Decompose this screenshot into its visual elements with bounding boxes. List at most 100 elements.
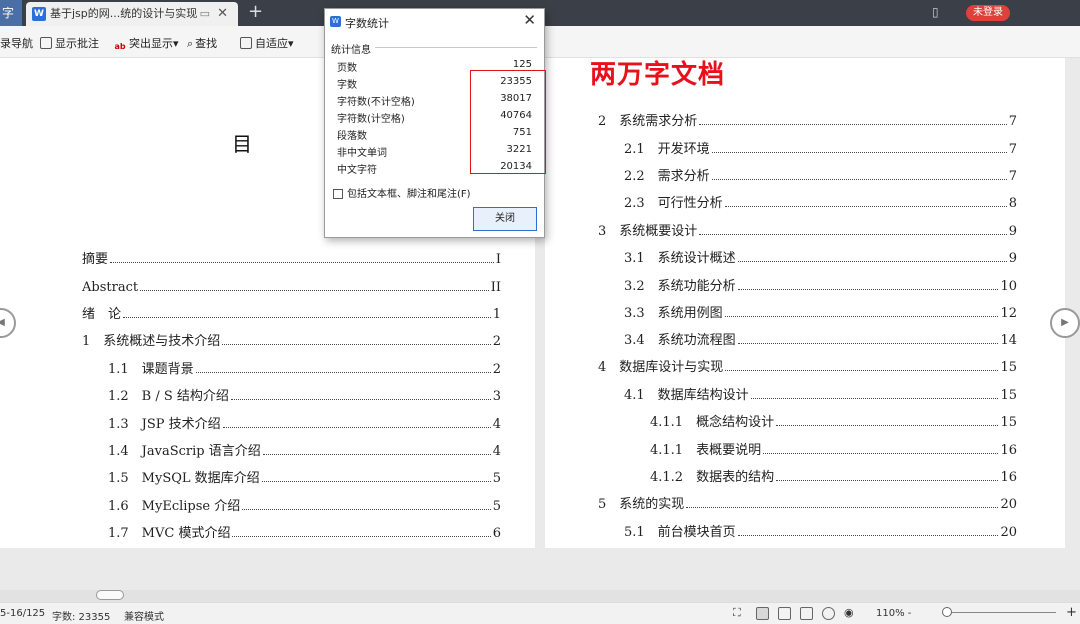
toc-entry[interactable]: 1.2 B / S 结构介绍 3 <box>108 386 501 404</box>
word-count[interactable]: 字数: 23355 <box>52 608 110 623</box>
nav-pane-button[interactable]: 录导航 <box>0 35 33 51</box>
toc-page-number: 1 <box>492 307 501 322</box>
page-info[interactable]: 5-16/125 <box>0 608 45 619</box>
close-button[interactable]: 关闭 <box>473 207 537 231</box>
dialog-app-icon: W <box>330 16 341 27</box>
toc-entry-text: 4.1.1 概念结构设计 <box>650 415 775 430</box>
toc-entry[interactable]: 1 系统概述与技术介绍 2 <box>82 331 501 349</box>
toc-entry-text: 3.2 系统功能分析 <box>624 279 736 294</box>
close-tab-icon[interactable]: ✕ <box>217 2 228 26</box>
toc-entry-text: 5.1 前台模块首页 <box>624 525 736 540</box>
toc-page-number: 16 <box>1000 443 1017 458</box>
toc-entry-text: 3.4 系统功流程图 <box>624 333 736 348</box>
toc-entry[interactable]: 3.1 系统设计概述 9 <box>624 248 1017 266</box>
toc-entry[interactable]: 1.1 课题背景 2 <box>108 359 501 377</box>
toc-entry[interactable]: 2.2 需求分析 7 <box>624 166 1017 184</box>
toc-page-number: 9 <box>1008 224 1017 239</box>
stat-label: 中文字符 <box>337 165 377 176</box>
window-layout-icon[interactable]: ▯ <box>932 5 939 19</box>
toc-leader <box>261 481 491 482</box>
toc-entry[interactable]: 1.7 MVC 模式介绍 6 <box>108 523 501 541</box>
zoom-in-button[interactable]: + <box>1066 605 1077 620</box>
toc-entry[interactable]: 摘要 I <box>82 249 501 267</box>
toc-leader <box>110 262 494 263</box>
login-badge[interactable]: 未登录 <box>966 5 1010 21</box>
toc-leader <box>686 507 999 508</box>
dialog-title: 字数统计 <box>345 17 389 30</box>
toc-entry-text: 5 系统的实现 <box>598 497 685 512</box>
toc-entry[interactable]: 5.1 前台模块首页 20 <box>624 522 1017 540</box>
horizontal-scrollbar[interactable] <box>0 590 1080 602</box>
globe-icon[interactable] <box>822 607 835 620</box>
toc-entry[interactable]: 2.1 开发环境 7 <box>624 139 1017 157</box>
dialog-close-icon[interactable]: ✕ <box>523 11 536 29</box>
toc-entry[interactable]: 3.4 系统功流程图 14 <box>624 330 1017 348</box>
document-icon: W <box>32 7 46 21</box>
toc-leader <box>222 427 491 428</box>
zoom-slider-track[interactable] <box>946 612 1056 613</box>
toc-entry[interactable]: 3.3 系统用例图 12 <box>624 303 1017 321</box>
page-icon <box>240 37 252 49</box>
pin-icon[interactable]: ▭ <box>200 2 210 26</box>
next-page-button[interactable]: ▶ <box>1050 308 1080 338</box>
overlay-title: 两万字文档 <box>590 60 726 90</box>
toc-leader <box>711 152 1007 153</box>
eye-icon[interactable]: ◉ <box>844 606 857 619</box>
toc-page-number: II <box>490 280 501 295</box>
toc-entry[interactable]: 3.2 系统功能分析 10 <box>624 276 1017 294</box>
toc-entry[interactable]: 2.3 可行性分析 8 <box>624 193 1017 211</box>
toc-entry-text: 4.1.1 表概要说明 <box>650 443 762 458</box>
toc-page-number: 9 <box>1008 251 1017 266</box>
toc-entry[interactable]: 4 数据库设计与实现 15 <box>598 357 1017 375</box>
toc-entry-text: 3.1 系统设计概述 <box>624 251 736 266</box>
toc-leader <box>242 509 491 510</box>
toc-entry-text: 1.7 MVC 模式介绍 <box>108 526 231 541</box>
zoom-slider-knob[interactable] <box>942 607 952 617</box>
toc-page-number: 4 <box>492 417 501 432</box>
toc-leader <box>776 480 999 481</box>
tab-previous[interactable]: 字 <box>0 0 22 26</box>
toc-entry[interactable]: 5 系统的实现 20 <box>598 494 1017 512</box>
adapt-button[interactable]: 自适应▾ <box>240 35 294 51</box>
toc-entry[interactable]: 绪 论 1 <box>82 304 501 322</box>
tab-document[interactable]: W 基于jsp的网...统的设计与实现 ▭ ✕ <box>26 2 238 26</box>
toc-entry[interactable]: 4.1 数据库结构设计 15 <box>624 385 1017 403</box>
toc-leader <box>725 370 999 371</box>
toc-page-number: 15 <box>1000 415 1017 430</box>
toc-page-number: 7 <box>1008 142 1017 157</box>
toc-leader <box>737 343 999 344</box>
toc-entry-text: 摘要 <box>82 252 109 267</box>
toc-page-number: 5 <box>492 471 501 486</box>
toc-entry[interactable]: 1.5 MySQL 数据库介绍 5 <box>108 468 501 486</box>
checkbox-icon[interactable] <box>333 189 343 199</box>
outline-view-icon[interactable] <box>800 607 813 620</box>
toc-page-number: I <box>495 252 501 267</box>
toc-leader <box>262 454 491 455</box>
scrollbar-thumb[interactable] <box>96 590 124 600</box>
toc-page-number: 7 <box>1008 114 1017 129</box>
toc-page-number: 3 <box>492 389 501 404</box>
new-tab-button[interactable]: + <box>248 0 263 24</box>
show-comments-button[interactable]: 显示批注 <box>40 35 99 51</box>
toc-entry[interactable]: 1.6 MyEclipse 介绍 5 <box>108 496 501 514</box>
highlight-button[interactable]: ab 突出显示▾ <box>114 35 178 54</box>
include-textbox-checkbox[interactable]: 包括文本框、脚注和尾注(F) <box>333 185 471 200</box>
toc-entry[interactable]: 3 系统概要设计 9 <box>598 221 1017 239</box>
toc-leader <box>724 206 1007 207</box>
toc-leader <box>230 399 491 400</box>
toc-entry[interactable]: 1.3 JSP 技术介绍 4 <box>108 414 501 432</box>
fullscreen-icon[interactable]: ⛶ <box>733 606 746 619</box>
zoom-level[interactable]: 110% - <box>876 608 911 619</box>
toc-entry[interactable]: 4.1.1 表概要说明 16 <box>650 440 1017 458</box>
web-view-icon[interactable] <box>778 607 791 620</box>
page-view-icon[interactable] <box>756 607 769 620</box>
toc-leader <box>232 536 491 537</box>
toc-entry[interactable]: 2 系统需求分析 7 <box>598 111 1017 129</box>
toc-entry[interactable]: 4.1.1 概念结构设计 15 <box>650 412 1017 430</box>
toc-entry-text: 2.2 需求分析 <box>624 169 710 184</box>
toc-entry[interactable]: 1.4 JavaScrip 语言介绍 4 <box>108 441 501 459</box>
toc-entry[interactable]: 4.1.2 数据表的结构 16 <box>650 467 1017 485</box>
toc-entry[interactable]: Abstract II <box>82 277 501 295</box>
find-button[interactable]: ⌕ 查找 <box>187 35 217 51</box>
toc-page-number: 20 <box>1000 497 1017 512</box>
